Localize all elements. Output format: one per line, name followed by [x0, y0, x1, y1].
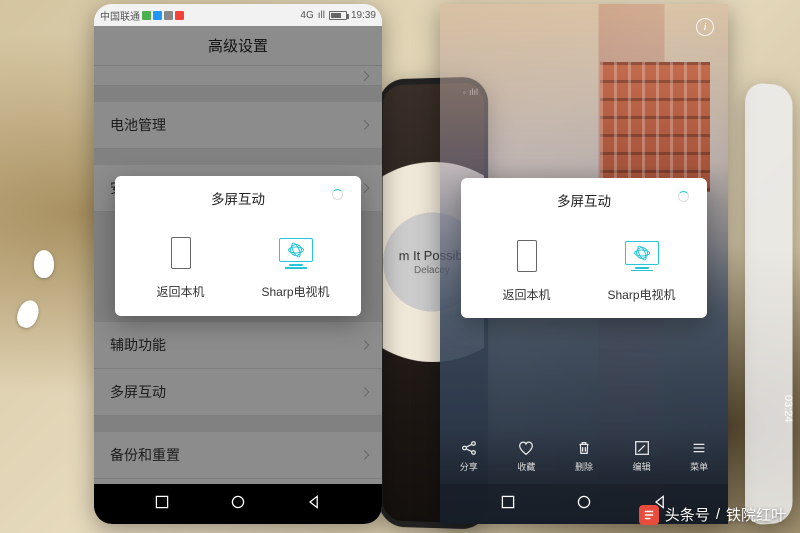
toolbar-label: 菜单 [690, 460, 708, 473]
edit-button[interactable]: 编辑 [618, 439, 666, 473]
spinner-icon [678, 191, 689, 202]
android-navbar [94, 484, 382, 524]
status-bar: 中国联通 4G ıll 19:39 [94, 4, 382, 26]
share-button[interactable]: 分享 [445, 439, 493, 473]
info-button[interactable]: i [696, 18, 714, 36]
option-sharp-tv[interactable]: Sharp电视机 [584, 220, 699, 318]
edit-icon [633, 439, 651, 457]
background-phone-right [745, 82, 793, 526]
gallery-toolbar: 分享 收藏 删除 编辑 菜单 [440, 428, 728, 484]
carrier-label: 中国联通 [100, 8, 140, 23]
watermark-prefix: 头条号 [665, 504, 710, 525]
network-label: 4G [300, 10, 313, 21]
trash-icon [575, 439, 593, 457]
toolbar-label: 分享 [460, 460, 478, 473]
phone-icon [512, 236, 542, 276]
watermark: 头条号 / 铁院红叶 [639, 504, 786, 525]
signal-icon: ıll [318, 10, 325, 21]
screenshot-settings: 中国联通 4G ıll 19:39 高级设置 电池管理 安全 辅助功能 多屏互动… [94, 4, 382, 524]
menu-icon [690, 439, 708, 457]
option-label: 返回本机 [502, 286, 550, 303]
delete-button[interactable]: 删除 [560, 439, 608, 473]
multiscreen-dialog: 多屏互动 返回本机 Sharp电视机 [461, 178, 707, 318]
spinner-icon [332, 189, 343, 200]
option-return-local[interactable]: 返回本机 [123, 218, 238, 316]
nav-back-button[interactable] [306, 494, 322, 515]
toutiao-icon [639, 505, 659, 525]
option-label: 返回本机 [156, 283, 204, 300]
clock: 19:39 [351, 10, 376, 21]
nav-recent-button[interactable] [500, 494, 516, 515]
tv-icon [281, 233, 311, 273]
menu-button[interactable]: 菜单 [675, 439, 723, 473]
battery-icon [329, 11, 347, 20]
favorite-button[interactable]: 收藏 [502, 439, 550, 473]
option-label: Sharp电视机 [261, 283, 329, 300]
playback-time: 03:24 [782, 395, 794, 423]
share-icon [460, 439, 478, 457]
toolbar-label: 收藏 [517, 460, 535, 473]
toolbar-label: 删除 [575, 460, 593, 473]
watermark-author: 铁院红叶 [726, 504, 786, 525]
dialog-title: 多屏互动 [123, 188, 353, 208]
multiscreen-dialog: 多屏互动 返回本机 Sharp电视机 [115, 176, 361, 316]
option-sharp-tv[interactable]: Sharp电视机 [238, 218, 353, 316]
nav-home-button[interactable] [230, 494, 246, 515]
photo-building [600, 62, 710, 192]
nav-home-button[interactable] [576, 494, 592, 515]
watermark-sep: / [716, 506, 720, 523]
option-return-local[interactable]: 返回本机 [469, 220, 584, 318]
option-label: Sharp电视机 [607, 286, 675, 303]
toolbar-label: 编辑 [633, 460, 651, 473]
heart-icon [517, 439, 535, 457]
dialog-title: 多屏互动 [469, 190, 699, 210]
phone-icon [166, 233, 196, 273]
tv-icon [627, 236, 657, 276]
nav-recent-button[interactable] [154, 494, 170, 515]
screenshot-gallery: i 多屏互动 返回本机 Sharp电视机 分享 [440, 4, 728, 524]
